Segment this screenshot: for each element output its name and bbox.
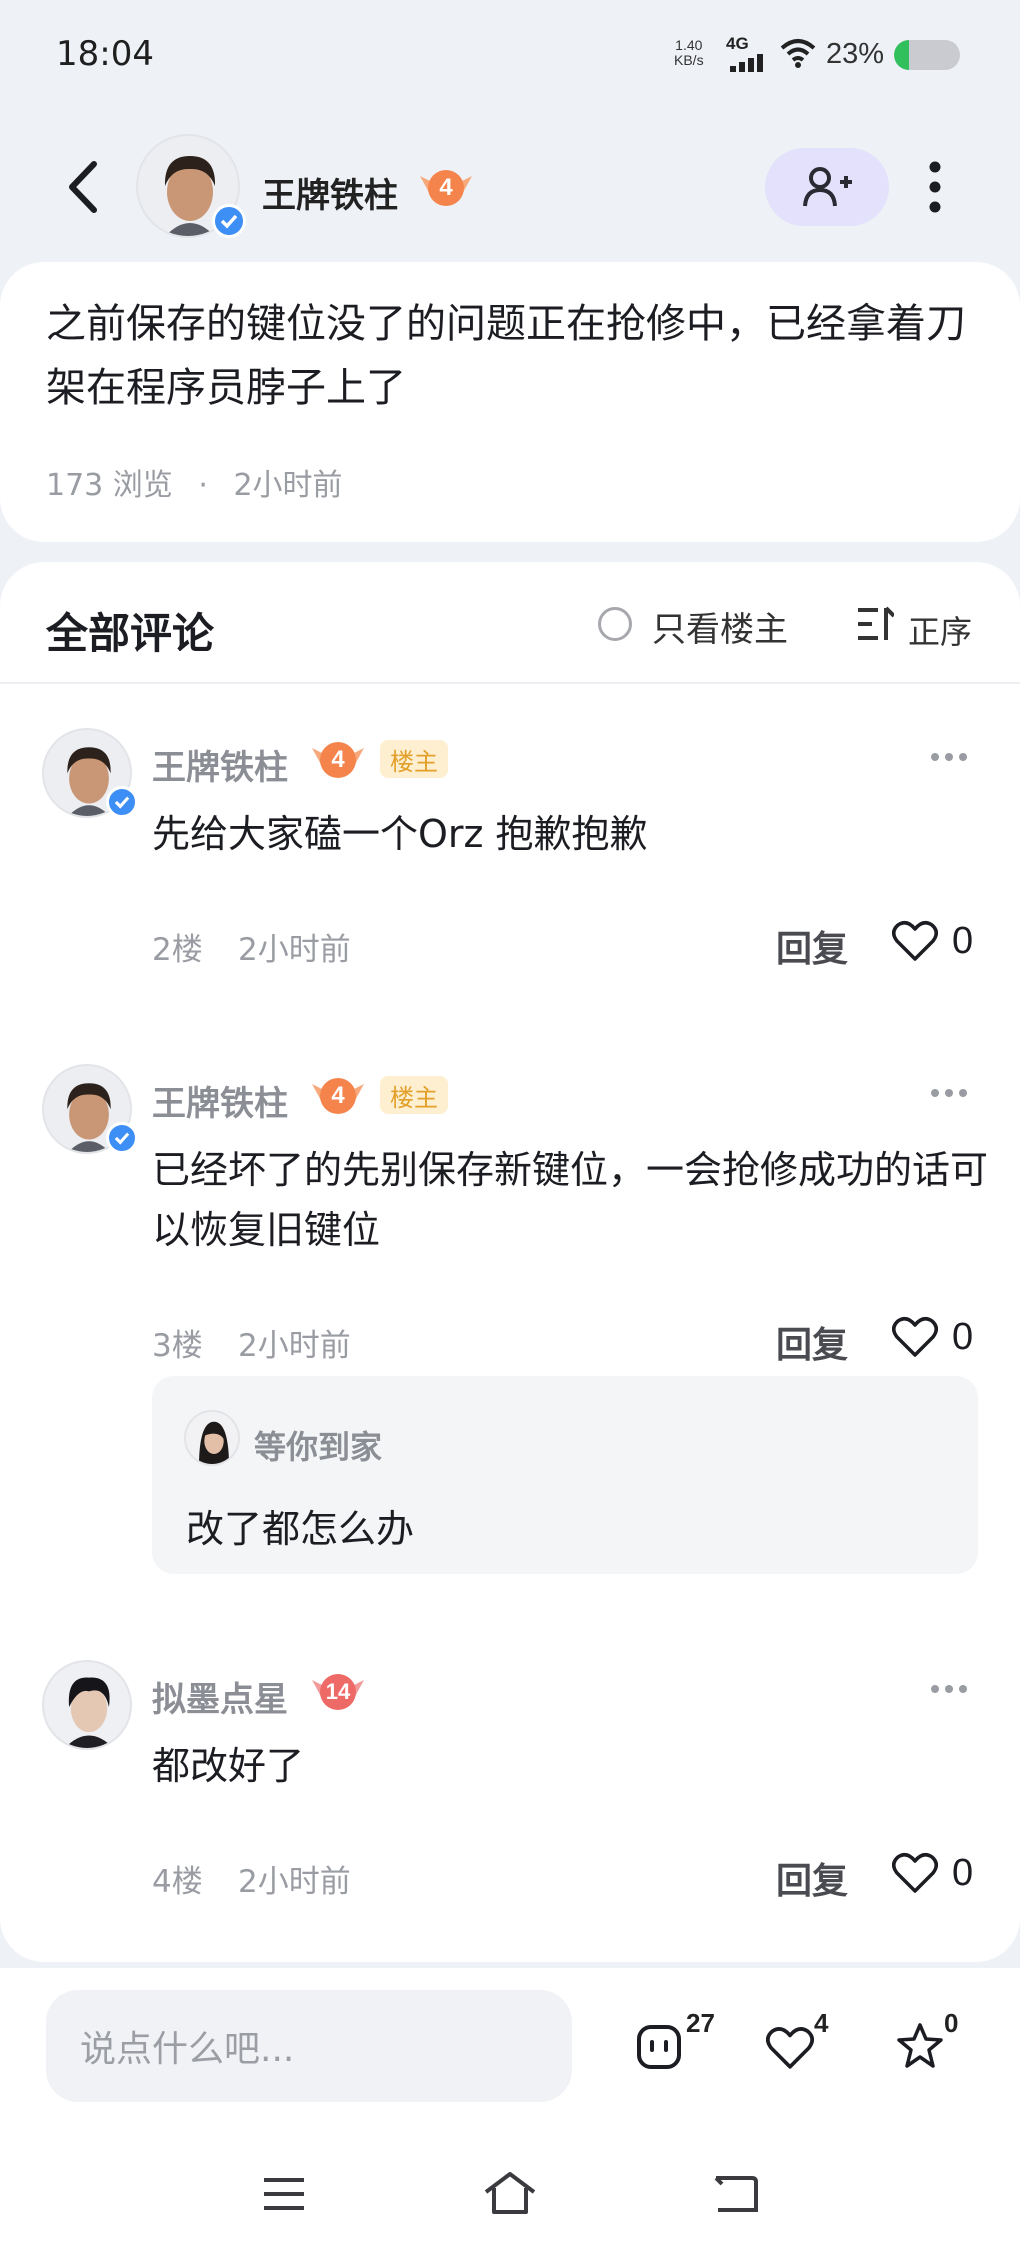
commenter-name[interactable]: 王牌铁柱 xyxy=(152,1076,288,1125)
op-tag: 楼主 xyxy=(380,1076,448,1114)
level-badge: 4 xyxy=(310,738,366,782)
back-button[interactable] xyxy=(64,160,100,214)
battery-percent: 23% xyxy=(826,38,885,70)
only-op-label[interactable]: 只看楼主 xyxy=(652,602,788,651)
comment-floor: 2楼 xyxy=(152,932,203,968)
post-text: 之前保存的键位没了的问题正在抢修中，已经拿着刀架在程序员脖子上了 xyxy=(46,301,966,411)
verified-icon xyxy=(106,1122,138,1154)
heart-icon[interactable] xyxy=(892,920,938,962)
heart-icon[interactable] xyxy=(892,1316,938,1358)
verified-icon xyxy=(212,204,246,238)
divider xyxy=(0,682,1020,684)
home-icon[interactable] xyxy=(482,2170,538,2216)
more-horizontal-icon[interactable] xyxy=(930,1684,968,1694)
comment-input-placeholder: 说点什么吧... xyxy=(80,2029,295,2070)
more-horizontal-icon[interactable] xyxy=(930,752,968,762)
level-badge: 14 xyxy=(310,1670,366,1714)
like-count: 0 xyxy=(952,1852,974,1894)
wifi-icon xyxy=(780,39,816,68)
like-count-total: 4 xyxy=(814,2008,829,2038)
comment-count: 27 xyxy=(686,2008,715,2038)
battery-icon xyxy=(894,40,960,70)
only-op-radio[interactable] xyxy=(598,607,632,641)
heart-icon[interactable] xyxy=(892,1852,938,1894)
more-vertical-icon[interactable] xyxy=(924,160,946,214)
follow-button[interactable] xyxy=(765,148,889,226)
comment-floor: 3楼 xyxy=(152,1328,203,1364)
post-meta: 173 浏览 · 2小时前 xyxy=(46,460,343,504)
level-number: 4 xyxy=(331,1082,345,1109)
reply-button[interactable]: 回复 xyxy=(776,1316,848,1368)
post-views: 173 浏览 xyxy=(46,468,173,503)
comments-title: 全部评论 xyxy=(46,609,215,658)
menu-icon[interactable] xyxy=(262,2176,306,2212)
reply-avatar[interactable] xyxy=(184,1410,240,1466)
comment-time: 2小时前 xyxy=(238,1864,351,1900)
heart-icon[interactable] xyxy=(766,2026,814,2070)
network-speed-value: 1.40 xyxy=(675,37,703,53)
more-horizontal-icon[interactable] xyxy=(930,1088,968,1098)
reply-button[interactable]: 回复 xyxy=(776,920,848,972)
comment-text: 先给大家磕一个Orz 抱歉抱歉 xyxy=(152,812,648,856)
level-badge: 4 xyxy=(310,1074,366,1118)
add-user-icon xyxy=(803,167,852,207)
level-number: 4 xyxy=(439,174,453,201)
signal-icon xyxy=(730,54,763,72)
star-icon[interactable] xyxy=(896,2022,944,2070)
comment-text: 已经坏了的先别保存新键位，一会抢修成功的话可以恢复旧键位 xyxy=(152,1148,989,1252)
level-badge: 4 xyxy=(418,166,474,210)
verified-icon xyxy=(106,786,138,818)
comment-text: 都改好了 xyxy=(152,1744,305,1788)
network-speed-unit: KB/s xyxy=(674,52,704,68)
comment-floor: 4楼 xyxy=(152,1864,203,1900)
comment-icon[interactable] xyxy=(636,2024,682,2070)
post-time: 2小时前 xyxy=(233,468,343,503)
commenter-avatar[interactable] xyxy=(42,1660,132,1750)
comment-time: 2小时前 xyxy=(238,932,351,968)
author-name: 王牌铁柱 xyxy=(262,176,398,216)
op-tag: 楼主 xyxy=(380,740,448,778)
commenter-name[interactable]: 拟墨点星 xyxy=(152,1672,288,1721)
like-count: 0 xyxy=(952,1316,974,1358)
level-number: 14 xyxy=(325,1679,351,1704)
sort-icon[interactable] xyxy=(856,606,894,642)
favorite-count: 0 xyxy=(944,2008,959,2038)
man-face-icon xyxy=(44,1662,130,1748)
commenter-name[interactable]: 王牌铁柱 xyxy=(152,740,288,789)
network-type: 4G xyxy=(726,34,749,53)
status-time: 18:04 xyxy=(56,34,154,74)
reply-button[interactable]: 回复 xyxy=(776,1852,848,1904)
reply-text: 改了都怎么办 xyxy=(186,1507,415,1551)
like-count: 0 xyxy=(952,920,974,962)
back-icon[interactable] xyxy=(712,2174,760,2214)
network-speed: 1.40 KB/s xyxy=(674,38,704,68)
comment-time: 2小时前 xyxy=(238,1328,351,1364)
meta-separator: · xyxy=(198,468,208,503)
level-number: 4 xyxy=(331,746,345,773)
sort-label[interactable]: 正序 xyxy=(908,607,972,653)
reply-author-name[interactable]: 等你到家 xyxy=(254,1422,382,1468)
comment-input[interactable]: 说点什么吧... xyxy=(46,1990,572,2102)
